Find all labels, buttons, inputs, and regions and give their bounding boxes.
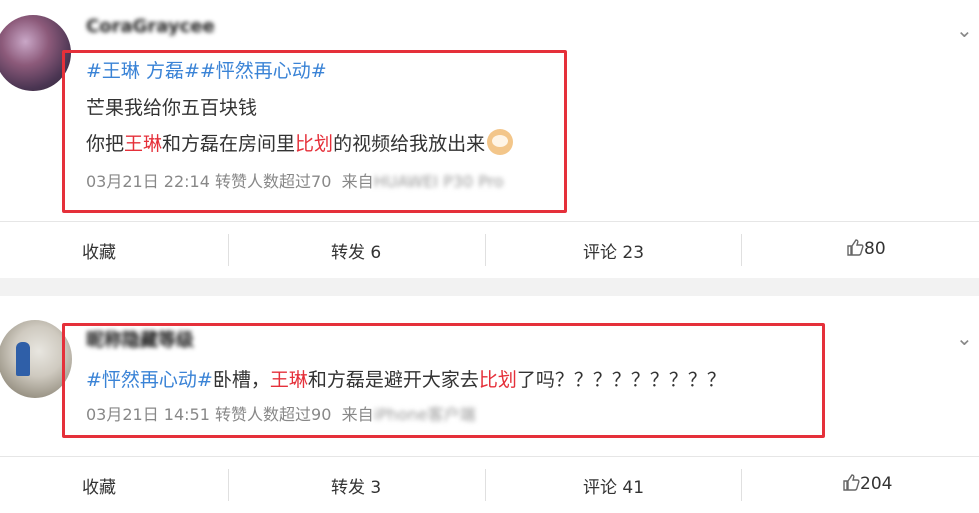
highlighted-word: 比划 (295, 133, 334, 155)
favorite-button[interactable]: 收藏 (82, 473, 116, 498)
user-avatar[interactable] (0, 15, 71, 91)
divider (485, 234, 486, 266)
username[interactable]: CoraGraycee (86, 16, 215, 37)
divider (228, 234, 229, 266)
post-text-line: #王琳 方磊##怦然再心动# (86, 56, 327, 83)
favorite-button[interactable]: 收藏 (82, 238, 116, 263)
text-segment: 了吗？？？？？？？？？ (516, 369, 726, 391)
source-label: 来自 (341, 405, 374, 424)
comment-button[interactable]: 评论 23 (583, 238, 644, 263)
action-bar: 收藏 转发 3 评论 41 204 (0, 456, 979, 513)
highlighted-name: 王琳 (124, 133, 163, 155)
like-button[interactable]: 80 (846, 238, 886, 259)
chevron-down-icon[interactable]: ⌄ (956, 326, 973, 350)
repost-count-info: 转赞人数超过70 (215, 172, 332, 191)
hashtag-link[interactable]: #怦然再心动# (86, 369, 213, 391)
like-count: 80 (864, 239, 886, 259)
action-bar: 收藏 转发 6 评论 23 80 (0, 221, 979, 278)
hashtag-link[interactable]: #王琳 方磊# (86, 60, 200, 82)
post-separator (0, 278, 979, 296)
like-button[interactable]: 204 (842, 473, 892, 494)
cat-emoji-icon (487, 129, 514, 155)
source-label: 来自 (341, 172, 374, 191)
text-segment: 和方磊是避开大家去 (307, 369, 479, 391)
hashtag-link[interactable]: #怦然再心动# (200, 60, 327, 82)
text-segment: 你把 (86, 133, 125, 155)
divider (228, 469, 229, 501)
post-date[interactable]: 03月21日 22:14 (86, 172, 210, 191)
divider (741, 469, 742, 501)
chevron-down-icon[interactable]: ⌄ (956, 18, 973, 42)
repost-button[interactable]: 转发 6 (331, 238, 381, 263)
highlighted-word: 比划 (478, 369, 517, 391)
repost-count-info: 转赞人数超过90 (215, 405, 332, 424)
divider (485, 469, 486, 501)
like-count: 204 (860, 474, 893, 494)
post-source[interactable]: iPhone客户端 (374, 405, 476, 424)
divider (741, 234, 742, 266)
text-segment: 卧槽， (212, 369, 270, 391)
post-date[interactable]: 03月21日 14:51 (86, 405, 210, 424)
repost-button[interactable]: 转发 3 (331, 473, 381, 498)
text-segment: 和方磊在房间里 (162, 133, 296, 155)
post-meta: 03月21日 14:51 转赞人数超过90 来自iPhone客户端 (86, 401, 476, 425)
comment-button[interactable]: 评论 41 (583, 473, 644, 498)
post-meta: 03月21日 22:14 转赞人数超过70 来自HUAWEI P30 Pro (86, 168, 504, 192)
post-text-line: 芒果我给你五百块钱 (86, 97, 258, 119)
thumbs-up-icon (847, 239, 864, 256)
post-text-line: 你把王琳和方磊在房间里比划的视频给我放出来 (86, 129, 514, 156)
thumbs-up-icon (843, 474, 860, 491)
post-source[interactable]: HUAWEI P30 Pro (374, 172, 504, 191)
text-segment: 的视频给我放出来 (333, 133, 486, 155)
highlighted-name: 王琳 (269, 369, 308, 391)
post-text-line: #怦然再心动#卧槽，王琳和方磊是避开大家去比划了吗？？？？？？？？？ (86, 365, 726, 392)
